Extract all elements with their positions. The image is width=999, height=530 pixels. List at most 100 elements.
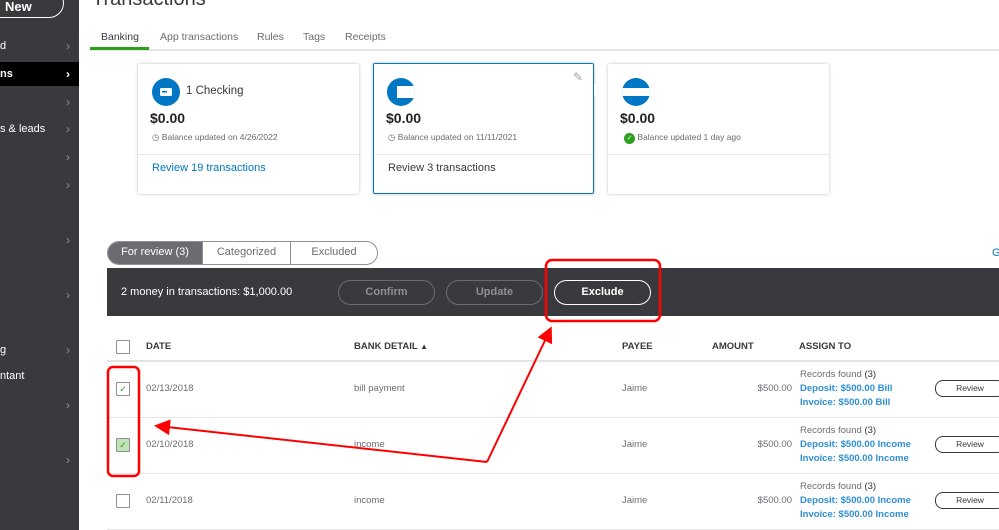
tab-excluded[interactable]: Excluded [291, 242, 377, 264]
sidebar-item-label: g [0, 344, 7, 356]
chevron-right-icon: › [66, 398, 70, 412]
chevron-right-icon: › [66, 122, 70, 136]
sidebar-item-label: d [0, 40, 7, 52]
table-row[interactable]: ✓ 02/13/2018 bill payment Jaime $500.00 … [107, 362, 999, 418]
review-transactions-link[interactable]: Review 3 transactions [388, 162, 496, 174]
page-title: Transactions [92, 0, 206, 11]
review-transactions-link[interactable]: Review 19 transactions [152, 162, 266, 174]
sidebar-item-transactions[interactable]: ns › [0, 62, 79, 86]
chevron-right-icon: › [66, 343, 70, 357]
sidebar-item[interactable]: d › [0, 34, 79, 58]
chevron-right-icon: › [66, 67, 70, 81]
sidebar-item[interactable]: › [0, 173, 79, 197]
cell-bank-detail: bill payment [354, 383, 405, 394]
records-found: Records found (3) [800, 425, 876, 436]
chevron-right-icon: › [66, 288, 70, 302]
clock-check-icon: ◷ [388, 132, 396, 142]
update-button[interactable]: Update [446, 280, 543, 305]
divider [608, 154, 829, 155]
tab-receipts[interactable]: Receipts [345, 31, 386, 43]
sidebar-item[interactable]: › [0, 90, 79, 114]
tab-rules[interactable]: Rules [257, 31, 284, 43]
divider [374, 154, 593, 155]
balance-status: ◷ Balance updated on 4/26/2022 [152, 132, 278, 143]
sidebar-item[interactable]: › [0, 228, 79, 252]
sidebar-item[interactable]: › [0, 283, 79, 307]
records-count: (3) [864, 481, 877, 492]
cell-date: 02/10/2018 [146, 439, 194, 450]
confirm-button[interactable]: Confirm [338, 280, 435, 305]
balance-updated-text: Balance updated on 11/11/2021 [397, 132, 518, 142]
sidebar-item[interactable]: › [0, 448, 79, 472]
exclude-button[interactable]: Exclude [554, 280, 651, 305]
sort-ascending-icon: ▲ [420, 342, 429, 351]
selection-summary: 2 money in transactions: $1,000.00 [121, 286, 293, 298]
records-found: Records found (3) [800, 481, 876, 492]
sidebar-item[interactable]: g › [0, 338, 79, 362]
sidebar: New d › ns › › s & leads › › › › › g › ntant… [0, 0, 79, 530]
review-button[interactable]: Review [935, 380, 999, 397]
match-link[interactable]: Invoice: $500.00 Bill [800, 397, 890, 408]
divider [138, 154, 359, 155]
column-header-bank-detail[interactable]: BANK DETAIL ▲ [354, 341, 428, 352]
column-header-assign-to[interactable]: ASSIGN TO [799, 341, 851, 352]
pencil-edit-icon[interactable]: ✎ [573, 70, 583, 84]
sidebar-item-label: ntant [0, 370, 25, 382]
tab-banking[interactable]: Banking [101, 31, 139, 43]
balance-status: ◷ Balance updated on 11/11/2021 [388, 132, 517, 143]
cell-date: 02/13/2018 [146, 383, 194, 394]
table-row[interactable]: 02/11/2018 income Jaime $500.00 Records … [107, 474, 999, 530]
bank-logo-icon [622, 78, 650, 106]
tab-categorized[interactable]: Categorized [203, 242, 291, 264]
match-link[interactable]: Deposit: $500.00 Income [800, 495, 911, 506]
balance-updated-text: Balance updated 1 day ago [637, 132, 741, 142]
records-label: Records found [800, 369, 862, 380]
chevron-right-icon: › [66, 150, 70, 164]
match-link[interactable]: Invoice: $500.00 Income [800, 453, 909, 464]
tab-app-transactions[interactable]: App transactions [160, 31, 238, 43]
sidebar-item-leads[interactable]: s & leads › [0, 117, 79, 141]
chevron-right-icon: › [66, 453, 70, 467]
check-icon: ✓ [119, 440, 127, 450]
chevron-right-icon: › [66, 39, 70, 53]
sidebar-item-accountant[interactable]: ntant [0, 364, 79, 388]
tab-for-review[interactable]: For review (3) [108, 242, 203, 264]
account-card[interactable]: 1 Checking $0.00 ◷ Balance updated on 4/… [138, 64, 359, 194]
green-check-icon: ✓ [624, 133, 635, 144]
clock-check-icon: ◷ [152, 132, 160, 142]
review-button[interactable]: Review [935, 492, 999, 509]
records-label: Records found [800, 481, 862, 492]
right-link[interactable]: G [992, 247, 999, 259]
row-checkbox[interactable] [116, 494, 130, 508]
sidebar-item[interactable]: › [0, 393, 79, 417]
cell-payee: Jaime [622, 439, 648, 450]
records-count: (3) [864, 369, 877, 380]
chevron-right-icon: › [66, 178, 70, 192]
sidebar-item-label: s & leads [0, 123, 46, 135]
match-link[interactable]: Deposit: $500.00 Income [800, 439, 911, 450]
cell-payee: Jaime [622, 495, 648, 506]
balance-updated-text: Balance updated on 4/26/2022 [161, 132, 278, 142]
sidebar-item[interactable]: › [0, 145, 79, 169]
column-header-amount[interactable]: AMOUNT [712, 341, 754, 352]
review-button[interactable]: Review [935, 436, 999, 453]
cell-amount: $500.00 [757, 383, 792, 394]
row-checkbox[interactable]: ✓ [116, 382, 130, 396]
batch-action-bar: 2 money in transactions: $1,000.00 Confi… [107, 268, 999, 316]
records-found: Records found (3) [800, 369, 876, 380]
bank-logo-icon [387, 78, 415, 106]
tab-tags[interactable]: Tags [303, 31, 325, 43]
match-link[interactable]: Invoice: $500.00 Income [800, 509, 909, 520]
column-header-date[interactable]: DATE [146, 341, 171, 352]
column-header-payee[interactable]: PAYEE [622, 341, 653, 352]
match-link[interactable]: Deposit: $500.00 Bill [800, 383, 892, 394]
account-balance: $0.00 [386, 110, 422, 126]
account-card-selected[interactable]: ✎ $0.00 ◷ Balance updated on 11/11/2021 … [373, 63, 594, 194]
sidebar-item-label: ns [0, 68, 13, 80]
table-row[interactable]: ✓ 02/10/2018 income Jaime $500.00 Record… [107, 418, 999, 474]
account-card[interactable]: $0.00 ✓ Balance updated 1 day ago [608, 64, 829, 194]
check-icon: ✓ [119, 384, 127, 394]
row-checkbox[interactable]: ✓ [116, 438, 130, 452]
new-button[interactable]: New [0, 0, 64, 18]
select-all-checkbox[interactable] [116, 340, 130, 354]
